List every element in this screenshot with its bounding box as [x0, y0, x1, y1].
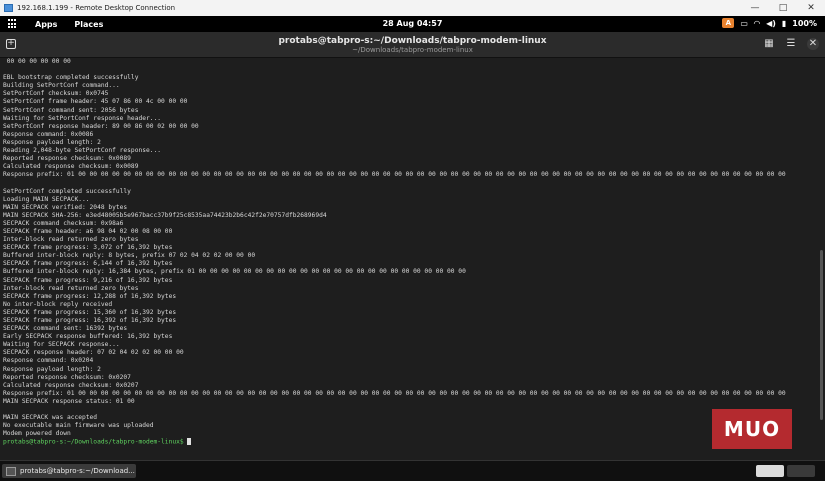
terminal-line: 00 00 00 00 00 00 [3, 58, 71, 65]
terminal-line: Reported response checksum: 0x0089 [3, 155, 131, 163]
scrollbar[interactable] [820, 250, 823, 420]
wifi-icon[interactable]: ◠ [754, 19, 760, 28]
terminal-line: Early SECPACK response buffered: 16,392 … [3, 333, 173, 341]
terminal-line: SECPACK response header: 07 02 04 02 02 … [3, 349, 184, 357]
terminal-output[interactable]: 00 00 00 00 00 00 EBL bootstrap completed… [0, 58, 815, 460]
terminal-title: protabs@tabpro-s:~/Downloads/tabpro-mode… [278, 36, 547, 46]
menu-icon[interactable]: ☰ [785, 38, 797, 50]
taskbar-item-label: protabs@tabpro-s:~/Download... [20, 467, 135, 475]
terminal-line: SetPortConf frame header: 45 07 86 00 4c… [3, 98, 188, 106]
terminal-line: Buffered inter-block reply: 8 bytes, pre… [3, 252, 256, 260]
bottom-taskbar: protabs@tabpro-s:~/Download... [0, 460, 825, 481]
terminal-line: MAIN SECPACK verified: 2048 bytes [3, 203, 128, 211]
display-icon[interactable]: ▭ [740, 19, 748, 28]
maximize-button[interactable]: □ [769, 0, 797, 16]
terminal-line: SECPACK frame progress: 3,072 of 16,392 … [3, 244, 173, 252]
terminal-line: SECPACK frame progress: 15,360 of 16,392… [3, 308, 177, 316]
tab-overview-icon[interactable]: ▦ [763, 38, 775, 50]
input-method-badge[interactable]: A [722, 18, 735, 28]
terminal-line: SECPACK frame progress: 9,216 of 16,392 … [3, 276, 173, 284]
terminal-line: Response payload length: 2 [3, 365, 101, 373]
terminal-line: SECPACK frame header: a6 98 04 02 00 08 … [3, 227, 173, 235]
terminal-line: SetPortConf checksum: 0x0745 [3, 90, 109, 98]
terminal-line: Calculated response checksum: 0x0207 [3, 381, 139, 389]
close-button[interactable]: ✕ [797, 0, 825, 16]
terminal-line: Building SetPortConf command... [3, 82, 120, 90]
header-buttons: ▦ ☰ ✕ [763, 38, 819, 50]
text-cursor [187, 438, 192, 446]
terminal-line: Response payload length: 2 [3, 138, 101, 146]
terminal-line: MAIN SECPACK SHA-256: e3ed48005b5e967bac… [3, 211, 327, 219]
terminal-line: Waiting for SECPACK response... [3, 341, 120, 349]
terminal-line: SECPACK frame progress: 12,288 of 16,392… [3, 292, 177, 300]
terminal-line: Buffered inter-block reply: 16,384 bytes… [3, 268, 466, 276]
rdp-title-bar: 192.168.1.199 - Remote Desktop Connectio… [0, 0, 825, 17]
terminal-subtitle: ~/Downloads/tabpro-modem-linux [352, 46, 473, 54]
remote-desktop-icon [4, 4, 13, 12]
terminal-line: SetPortConf command sent: 2056 bytes [3, 106, 139, 114]
taskbar-item-terminal[interactable]: protabs@tabpro-s:~/Download... [2, 464, 136, 478]
terminal-line: MAIN SECPACK was accepted [3, 414, 98, 422]
terminal-line: Modem powered down [3, 430, 71, 438]
terminal-line: Inter-block read returned zero bytes [3, 236, 139, 244]
terminal-line: Waiting for SetPortConf response header.… [3, 114, 162, 122]
rdp-window-controls: — □ ✕ [741, 0, 825, 16]
battery-percentage: 100% [792, 18, 817, 28]
terminal-line: SetPortConf completed successfully [3, 187, 131, 195]
desktop-top-bar: Apps Places 28 Aug 04:57 A ▭ ◠ ◀) ▮ 100% [0, 16, 825, 32]
shell-prompt: protabs@tabpro-s:~/Downloads/tabpro-mode… [3, 438, 184, 446]
terminal-icon [6, 466, 16, 476]
terminal-line: No inter-block reply received [3, 300, 113, 308]
terminal-line: Loading MAIN SECPACK... [3, 195, 90, 203]
terminal-line: SECPACK command sent: 16392 bytes [3, 325, 128, 333]
terminal-line: Response prefix: 01 00 00 00 00 00 00 00… [3, 171, 786, 179]
terminal-line: No executable main firmware was uploaded [3, 422, 154, 430]
terminal-line: SECPACK frame progress: 16,392 of 16,392… [3, 317, 177, 324]
workspace-2[interactable] [787, 465, 815, 477]
terminal-header-bar: + protabs@tabpro-s:~/Downloads/tabpro-mo… [0, 32, 825, 58]
terminal-prompt-line[interactable]: protabs@tabpro-s:~/Downloads/tabpro-mode… [3, 438, 815, 446]
terminal-line: SECPACK frame progress: 6,144 of 16,392 … [3, 260, 173, 268]
volume-icon[interactable]: ◀) [766, 19, 776, 28]
system-tray: A ▭ ◠ ◀) ▮ 100% [722, 18, 817, 28]
battery-icon[interactable]: ▮ [782, 19, 786, 28]
muo-watermark-logo: MUO [712, 409, 792, 449]
close-terminal-icon[interactable]: ✕ [807, 38, 819, 50]
workspace-1[interactable] [756, 465, 784, 477]
terminal-line: MAIN SECPACK response status: 01 00 [3, 397, 135, 405]
terminal-line: SetPortConf response header: 89 00 86 00… [3, 122, 199, 130]
terminal-line: EBL bootstrap completed successfully [3, 74, 139, 82]
terminal-line: Inter-block read returned zero bytes [3, 284, 139, 292]
rdp-window-title: 192.168.1.199 - Remote Desktop Connectio… [17, 4, 176, 12]
terminal-line: Response prefix: 01 00 00 00 00 00 00 00… [3, 389, 786, 397]
terminal-line: SECPACK command checksum: 0x98a6 [3, 219, 124, 227]
terminal-line: Response command: 0x0204 [3, 357, 94, 365]
workspace-switcher [756, 465, 815, 477]
terminal-line: Reported response checksum: 0x0207 [3, 373, 131, 381]
terminal-line: Reading 2,048-byte SetPortConf response.… [3, 147, 162, 155]
minimize-button[interactable]: — [741, 0, 769, 16]
terminal-line: Calculated response checksum: 0x0089 [3, 163, 139, 171]
terminal-line: Response command: 0x0086 [3, 130, 94, 138]
clock[interactable]: 28 Aug 04:57 [0, 19, 825, 28]
